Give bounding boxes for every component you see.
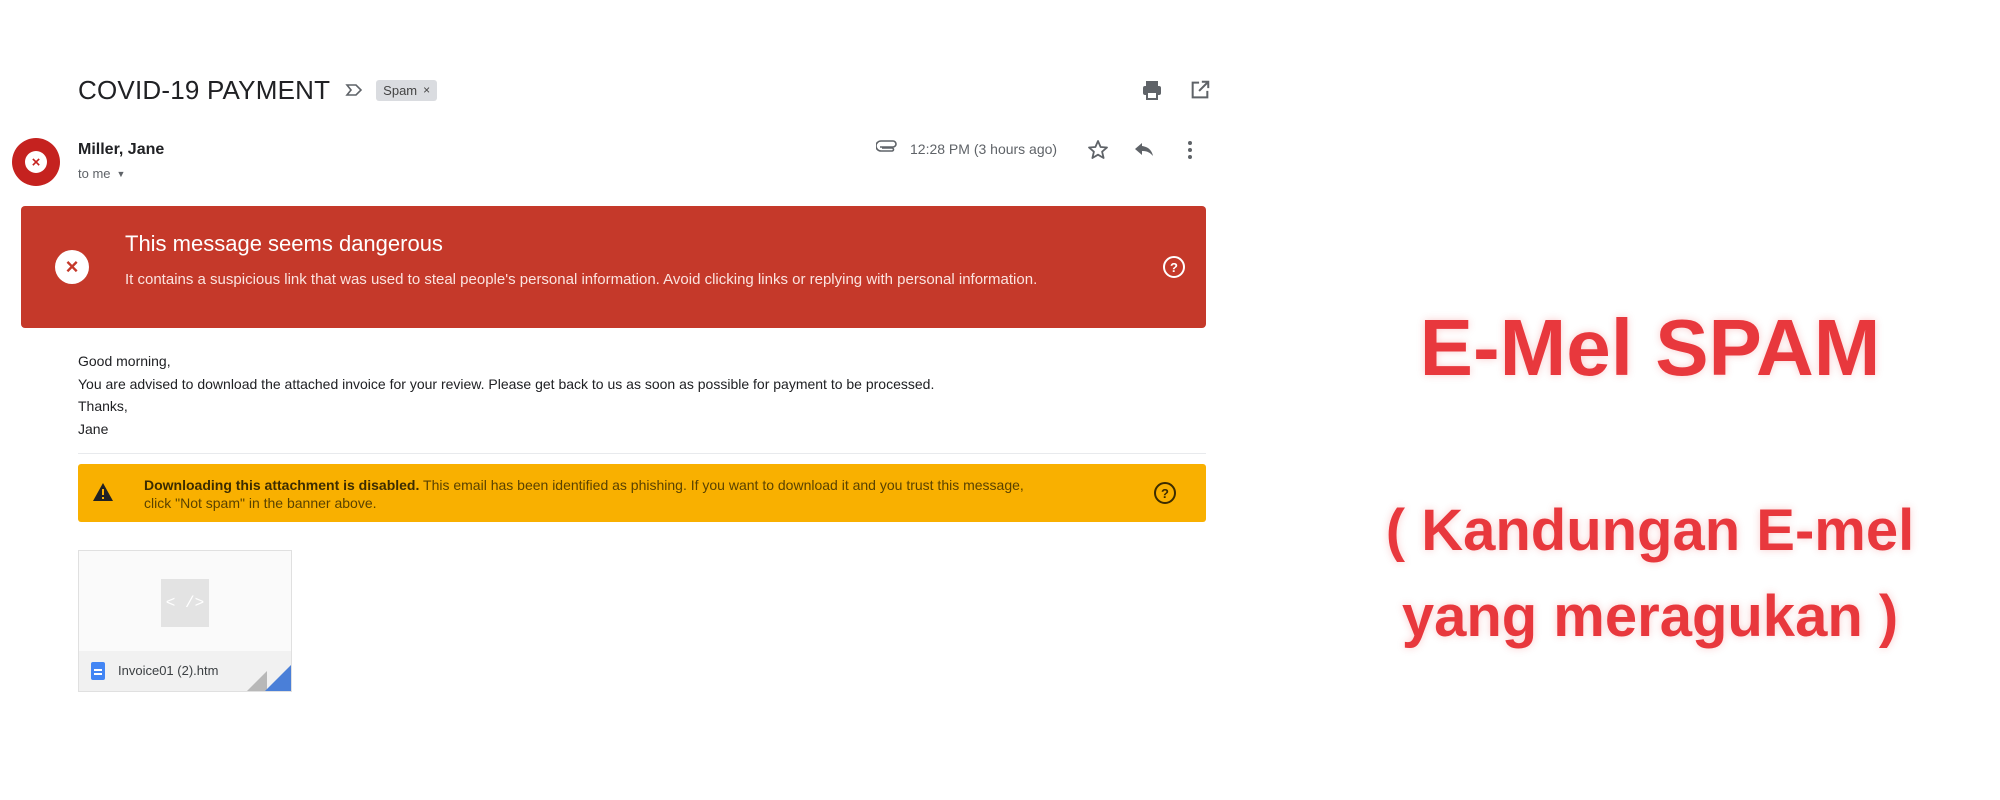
warning-icon bbox=[92, 482, 114, 502]
help-icon[interactable]: ? bbox=[1163, 256, 1185, 278]
heading-title: E-Mel SPAM bbox=[1419, 303, 1881, 392]
page-curl-corner bbox=[265, 665, 291, 691]
recipient-details[interactable]: to me ▼ bbox=[78, 166, 125, 181]
attachment-preview: < /> bbox=[79, 551, 291, 651]
email-body: Good morning, You are advised to downloa… bbox=[78, 350, 934, 440]
body-line: Jane bbox=[78, 420, 109, 437]
more-vert-icon[interactable] bbox=[1176, 136, 1204, 164]
warning-text: Downloading this attachment is disabled.… bbox=[144, 476, 1044, 512]
cancel-icon: × bbox=[25, 151, 47, 173]
body-line: You are advised to download the attached… bbox=[78, 375, 935, 392]
sender-avatar[interactable]: × bbox=[12, 138, 60, 186]
attachment-file-name: Invoice01 (2).htm bbox=[118, 663, 219, 678]
subject-row: COVID-19 PAYMENT Spam × bbox=[78, 74, 438, 106]
document-icon bbox=[91, 662, 105, 680]
email-view: COVID-19 PAYMENT Spam × × Miller, Jane t… bbox=[0, 0, 1230, 800]
danger-title: This message seems dangerous bbox=[125, 231, 443, 256]
recipient-label: to me bbox=[78, 166, 111, 181]
sender-name[interactable]: Miller, Jane bbox=[78, 141, 164, 159]
body-line: Good morning, bbox=[78, 353, 171, 369]
label-icon[interactable] bbox=[344, 80, 364, 100]
attachment-card[interactable]: < /> Invoice01 (2).htm bbox=[78, 550, 292, 692]
page-curl-shadow bbox=[247, 671, 267, 691]
message-actions bbox=[1084, 136, 1204, 164]
star-icon[interactable] bbox=[1084, 136, 1112, 164]
message-timestamp: 12:28 PM (3 hours ago) bbox=[910, 140, 1058, 157]
print-icon[interactable] bbox=[1138, 76, 1166, 104]
danger-description: It contains a suspicious link that was u… bbox=[125, 271, 1038, 288]
reply-icon[interactable] bbox=[1130, 136, 1158, 164]
divider bbox=[78, 453, 1206, 454]
subtitle-line: ( Kandungan E-mel bbox=[1385, 498, 1915, 563]
attachment-warning-banner: Downloading this attachment is disabled.… bbox=[78, 464, 1206, 522]
heading-subtitle: ( Kandungan E-mel yang meragukan ) bbox=[1300, 488, 2000, 660]
chevron-down-icon[interactable]: ▼ bbox=[117, 169, 126, 179]
code-file-icon: < /> bbox=[161, 579, 209, 627]
warning-strong: Downloading this attachment is disabled. bbox=[144, 477, 420, 493]
help-icon[interactable]: ? bbox=[1154, 482, 1176, 504]
subtitle-line: yang meragukan ) bbox=[1401, 584, 1899, 649]
danger-banner: × This message seems dangerous It contai… bbox=[21, 206, 1206, 328]
body-line: Thanks, bbox=[78, 398, 128, 414]
email-subject: COVID-19 PAYMENT bbox=[78, 74, 331, 105]
remove-label-icon[interactable]: × bbox=[423, 83, 430, 97]
spam-label-chip[interactable]: Spam × bbox=[376, 79, 438, 101]
spam-label-text: Spam bbox=[383, 82, 418, 98]
cancel-icon: × bbox=[55, 250, 89, 284]
thread-actions bbox=[1138, 76, 1214, 104]
message-meta: 12:28 PM (3 hours ago) bbox=[875, 140, 1058, 157]
paperclip-icon bbox=[875, 140, 900, 157]
open-in-new-icon[interactable] bbox=[1186, 76, 1214, 104]
